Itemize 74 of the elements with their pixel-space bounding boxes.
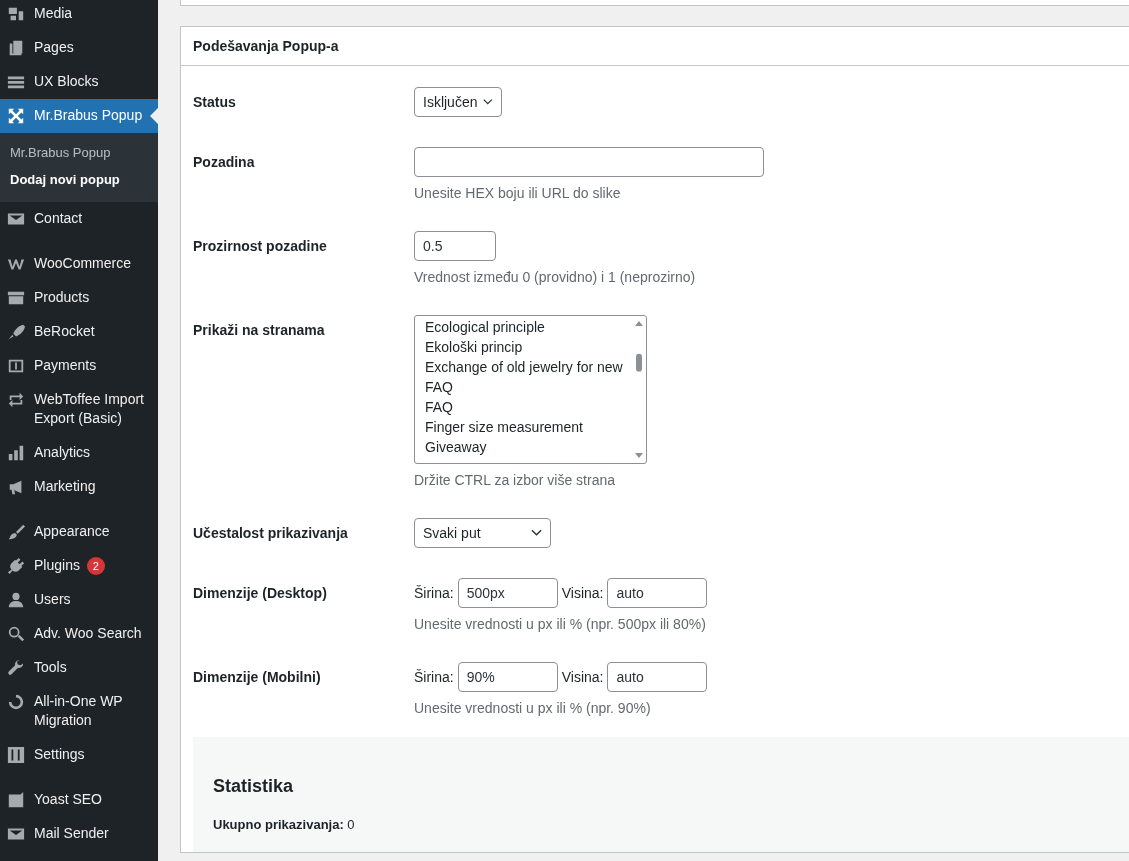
chevron-icon	[483, 98, 493, 106]
menu-item[interactable]: Users	[0, 583, 158, 617]
height-field[interactable]: auto	[607, 578, 708, 608]
panel-title: Podešavanja Popup-a	[193, 38, 339, 54]
page-listbox[interactable]: Ecological principle Ekološki princip Exchange of old jewelry for new FAQ FAQ Finger size measurement Giveaway	[414, 315, 647, 464]
menu-item[interactable]: Analytics	[0, 436, 158, 470]
field-label: Dimenzije (Desktop)	[193, 585, 327, 601]
height-label: Visina:	[561, 585, 604, 601]
text-field[interactable]	[414, 147, 764, 177]
menu-item[interactable]: Mail Sender	[0, 817, 158, 851]
list-option[interactable]: Giveaway	[425, 437, 632, 457]
width-field[interactable]: 90%	[457, 662, 558, 692]
field-hint: Držite CTRL za izbor više strana	[414, 472, 615, 488]
list-option[interactable]: FAQ	[425, 377, 632, 397]
menu-item[interactable]: Yoast SEO	[0, 783, 158, 817]
menu-item[interactable]: Media	[0, 0, 158, 31]
text-field[interactable]: 0.5	[414, 231, 496, 261]
menu-item[interactable]: Pages	[0, 31, 158, 65]
user-icon	[7, 591, 25, 609]
field-label: Pozadina	[193, 154, 255, 170]
statistic-line: Ukupno prikazivanja: 0	[213, 817, 356, 832]
expand-icon	[7, 107, 25, 125]
menu-item[interactable]: Marketing	[0, 470, 158, 504]
field-label: Prikaži na stranama	[193, 322, 325, 338]
menu-item[interactable]: Plugins 2	[0, 549, 158, 583]
archive-icon	[7, 289, 25, 307]
menu-item[interactable]: UX Blocks	[0, 65, 158, 99]
repeat-icon	[7, 391, 25, 409]
menu-item[interactable]: Adv. Woo Search	[0, 617, 158, 651]
field-hint: Unesite vrednosti u px ili % (npr. 500px ili 80%)	[414, 616, 706, 632]
menu-item[interactable]: WebToffee Import Export (Basic)	[0, 383, 158, 436]
width-field[interactable]: 500px	[457, 578, 558, 608]
menu-item[interactable]: Payments	[0, 349, 158, 383]
dropdown[interactable]: Svaki put	[414, 518, 551, 548]
field-hint: Unesite vrednosti u px ili % (npr. 90%)	[414, 700, 651, 716]
list-option[interactable]: Ecological principle	[425, 317, 632, 337]
menu-item[interactable]: WooCommerce	[0, 247, 158, 281]
plug-icon	[7, 557, 25, 575]
pages-icon	[7, 39, 25, 57]
menu-item[interactable]: Contact	[0, 202, 158, 236]
field-label: Prozirnost pozadine	[193, 238, 327, 254]
bar-chart-icon	[7, 444, 25, 462]
refresh-icon	[7, 693, 25, 711]
width-label: Širina:	[414, 669, 454, 685]
field-hint: Unesite HEX boju ili URL do slike	[414, 185, 621, 201]
dropdown[interactable]: Isključen	[414, 87, 502, 117]
menu-item[interactable]: All-in-One WP Migration	[0, 685, 158, 738]
menu-item[interactable]: Products	[0, 281, 158, 315]
list-option[interactable]: FAQ	[425, 397, 632, 417]
wrench-icon	[7, 659, 25, 677]
statistics-title: Statistika	[213, 775, 295, 797]
width-label: Širina:	[414, 585, 454, 601]
chevron-icon	[531, 529, 542, 537]
submenu-item[interactable]: Mr.Brabus Popup	[0, 140, 158, 167]
field-label: Status	[193, 94, 236, 110]
count-badge: 2	[86, 556, 105, 575]
menu-item[interactable]: Mr.Brabus Popup	[0, 99, 158, 133]
list-option[interactable]: Ekološki princip	[425, 337, 632, 357]
menu-item[interactable]: Tools	[0, 651, 158, 685]
list-option[interactable]: Exchange of old jewelry for new	[425, 357, 632, 377]
media-icon	[7, 5, 25, 23]
field-label: Učestalost prikazivanja	[193, 525, 348, 541]
list-option[interactable]: Finger size measurement	[425, 417, 632, 437]
menu-item[interactable]: Appearance	[0, 515, 158, 549]
submenu-item[interactable]: Dodaj novi popup	[0, 167, 158, 194]
height-label: Visina:	[561, 669, 604, 685]
search-icon	[7, 625, 25, 643]
menu-item[interactable]: Settings	[0, 738, 158, 772]
field-hint: Vrednost između 0 (providno) i 1 (neprozirno)	[414, 269, 696, 285]
field-label: Dimenzije (Mobilni)	[193, 669, 321, 685]
sliders-icon	[7, 746, 25, 764]
height-field[interactable]: auto	[607, 662, 708, 692]
menu-item[interactable]: BeRocket	[0, 315, 158, 349]
paintbrush-icon	[7, 523, 25, 541]
